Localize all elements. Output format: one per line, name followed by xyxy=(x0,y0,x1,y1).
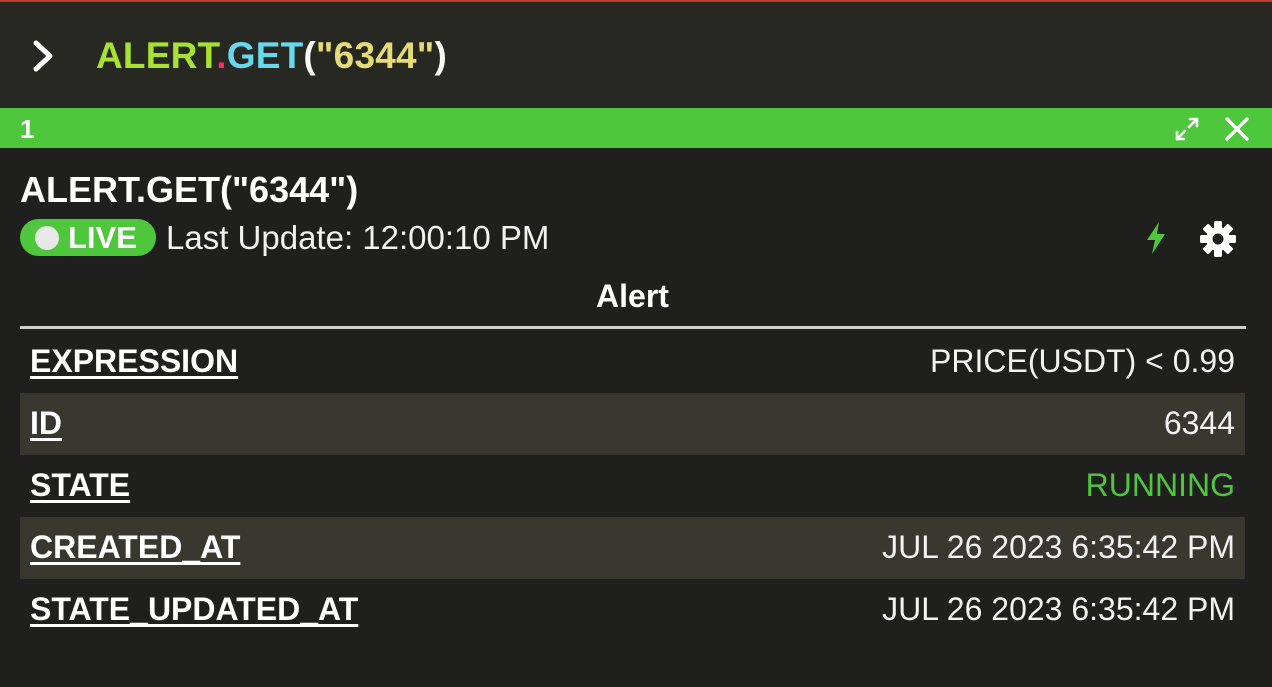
panel-header: 1 xyxy=(0,108,1272,148)
section-title: Alert xyxy=(596,278,669,314)
row-value: JUL 26 2023 6:35:42 PM xyxy=(882,591,1235,627)
row-value: PRICE(USDT) < 0.99 xyxy=(930,343,1235,379)
table-row: EXPRESSION PRICE(USDT) < 0.99 xyxy=(20,331,1245,393)
row-key-link[interactable]: STATE_UPDATED_AT xyxy=(30,589,358,629)
row-key-link[interactable]: STATE xyxy=(30,465,130,505)
command-function: GET xyxy=(226,35,304,76)
last-update-text: Last Update: 12:00:10 PM xyxy=(166,219,550,256)
expand-icon[interactable] xyxy=(1174,116,1200,142)
panel-number: 1 xyxy=(20,114,35,144)
table-row: ID 6344 xyxy=(20,393,1245,455)
row-value: 6344 xyxy=(1163,405,1235,441)
header-divider xyxy=(20,326,1246,329)
command-bar[interactable]: ALERT.GET("6344") xyxy=(0,2,1272,108)
status-value: RUNNING xyxy=(1085,467,1235,503)
live-label: LIVE xyxy=(68,220,137,255)
live-badge[interactable]: LIVE xyxy=(20,219,156,256)
command-open-paren: ( xyxy=(303,35,316,76)
row-key-link[interactable]: ID xyxy=(30,403,62,443)
chevron-right-icon xyxy=(33,40,53,72)
close-icon[interactable] xyxy=(1223,115,1251,143)
live-dot-icon xyxy=(35,226,59,250)
row-key-link[interactable]: EXPRESSION xyxy=(30,341,238,381)
row-value: JUL 26 2023 6:35:42 PM xyxy=(882,529,1235,565)
row-key-link[interactable]: CREATED_AT xyxy=(30,527,240,567)
command-dot: . xyxy=(216,35,227,76)
result-panel: 1 ALERT.GET("6344") LIVE Last Update: 12… xyxy=(0,108,1272,687)
table-row: STATE_UPDATED_AT JUL 26 2023 6:35:42 PM xyxy=(20,579,1245,641)
table-row: STATE RUNNING xyxy=(20,455,1245,517)
command-argument: "6344" xyxy=(315,35,435,76)
command-input[interactable]: ALERT.GET("6344") xyxy=(96,32,447,80)
command-close-paren: ) xyxy=(434,35,448,76)
gear-icon[interactable] xyxy=(1198,219,1238,259)
alert-table: EXPRESSION PRICE(USDT) < 0.99 ID 6344 ST… xyxy=(20,331,1245,641)
bolt-icon[interactable] xyxy=(1142,220,1170,256)
command-namespace: ALERT xyxy=(96,35,217,76)
panel-title: ALERT.GET("6344") xyxy=(20,169,359,210)
table-row: CREATED_AT JUL 26 2023 6:35:42 PM xyxy=(20,517,1245,579)
